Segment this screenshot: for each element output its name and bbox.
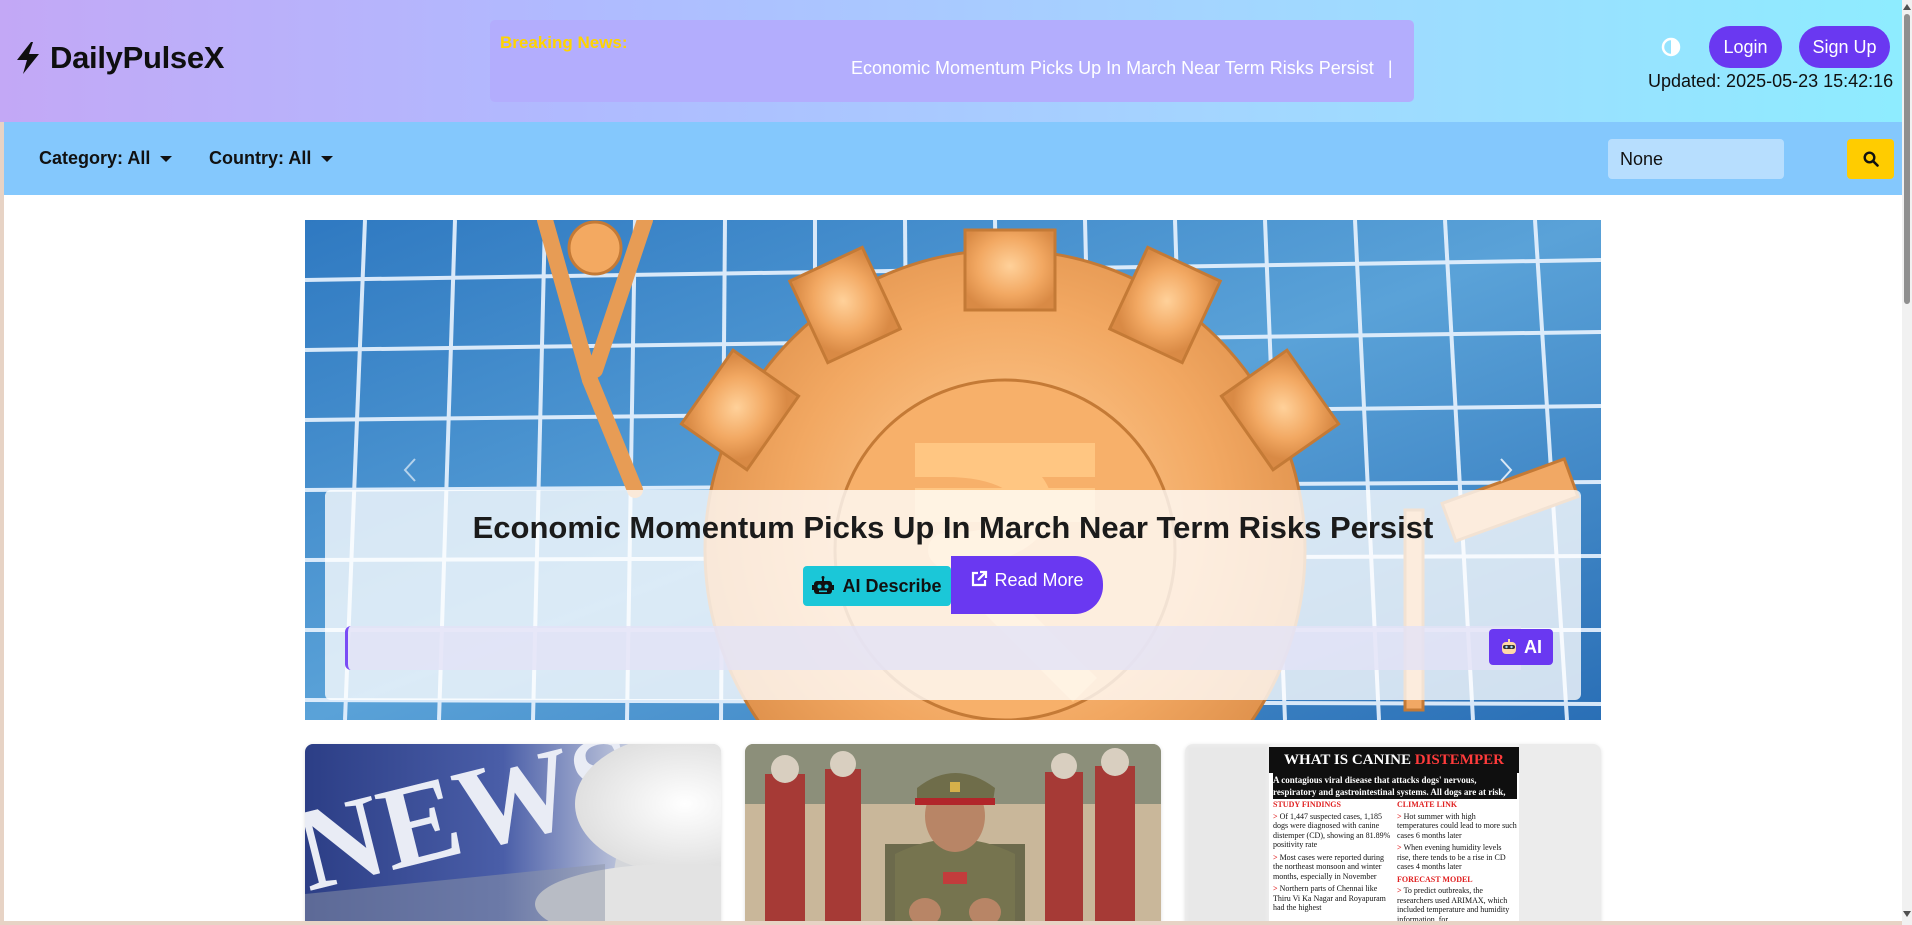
lightning-bolt-icon [17, 42, 39, 74]
search-icon [1862, 151, 1879, 167]
scroll-up-arrow[interactable] [1902, 2, 1912, 12]
infographic-climate-link: CLIMATE LINK Hot summer with high temper… [1397, 800, 1517, 925]
ai-describe-label: AI Describe [842, 575, 942, 596]
country-dropdown-label: Country: All [209, 148, 312, 168]
read-more-button[interactable]: Read More [951, 556, 1103, 614]
triangle-down-icon [1903, 911, 1911, 917]
read-more-label: Read More [994, 570, 1084, 590]
ai-prompt-input[interactable] [345, 626, 1521, 670]
ticker-headline[interactable]: Economic Momentum Picks Up In March Near… [851, 58, 1374, 78]
site-header: DailyPulseX Breaking News: Economic Mome… [0, 0, 1902, 122]
scroll-down-arrow[interactable] [1902, 909, 1912, 919]
search-button[interactable] [1847, 139, 1894, 179]
blurred-edge [1185, 744, 1269, 925]
breaking-news-label: Breaking News: [500, 33, 628, 52]
ai-ask-button[interactable]: AI [1489, 629, 1553, 665]
ticker-separator: | [1387, 58, 1393, 78]
ai-button-label: AI [1524, 636, 1542, 657]
news-card[interactable] [745, 744, 1161, 925]
ai-describe-button[interactable]: AI Describe [803, 566, 951, 606]
carousel-prev-button[interactable] [395, 450, 425, 490]
infographic-study-findings: STUDY FINDINGS Of 1,447 suspected cases,… [1273, 800, 1393, 916]
breaking-news-ticker[interactable]: Economic Momentum Picks Up In March Near… [851, 58, 1393, 79]
brand-name: DailyPulseX [50, 40, 225, 75]
page-scrollbar[interactable] [1902, 0, 1912, 925]
blurred-edge [1519, 744, 1601, 925]
theme-toggle-button[interactable] [1659, 35, 1683, 59]
news-card[interactable]: NEWS [305, 744, 721, 925]
chevron-left-icon [403, 458, 416, 482]
robot-icon [1502, 639, 1516, 654]
infographic-subtitle: A contagious viral disease that attacks … [1273, 773, 1517, 809]
chevron-right-icon [1500, 458, 1513, 482]
category-dropdown[interactable]: Category: All [39, 148, 173, 169]
window-frame-bottom [0, 921, 1912, 925]
infographic-image: WHAT IS CANINE DISTEMPER (CD)? A contagi… [1269, 747, 1519, 925]
hero-headline[interactable]: Economic Momentum Picks Up In March Near… [325, 510, 1581, 546]
contrast-icon [1661, 37, 1681, 57]
caret-down-icon [160, 155, 173, 162]
carousel-next-button[interactable] [1491, 450, 1521, 490]
last-updated-timestamp: Updated: 2025-05-23 15:42:16 [1648, 71, 1894, 91]
login-button[interactable]: Login [1709, 26, 1782, 68]
country-dropdown[interactable]: Country: All [209, 148, 334, 169]
infographic-title: WHAT IS CANINE DISTEMPER (CD)? [1269, 747, 1519, 794]
signup-button[interactable]: Sign Up [1799, 26, 1890, 68]
news-card-image [745, 744, 1161, 925]
search-input[interactable] [1608, 139, 1784, 179]
triangle-up-icon [1903, 4, 1911, 10]
hero-caption: Economic Momentum Picks Up In March Near… [325, 490, 1581, 700]
hero-carousel[interactable]: Economic Momentum Picks Up In March Near… [305, 220, 1601, 720]
external-link-icon [972, 570, 988, 587]
robot-icon [812, 576, 835, 594]
category-dropdown-label: Category: All [39, 148, 151, 168]
news-card-image: NEWS [305, 744, 721, 925]
brand-logo[interactable]: DailyPulseX [14, 40, 224, 76]
scrollbar-thumb[interactable] [1904, 14, 1910, 304]
breaking-news-banner: Breaking News: Economic Momentum Picks U… [490, 20, 1414, 102]
caret-down-icon [321, 155, 334, 162]
filter-bar: Category: All Country: All [4, 122, 1902, 195]
news-card[interactable]: WHAT IS CANINE DISTEMPER (CD)? A contagi… [1185, 744, 1601, 925]
